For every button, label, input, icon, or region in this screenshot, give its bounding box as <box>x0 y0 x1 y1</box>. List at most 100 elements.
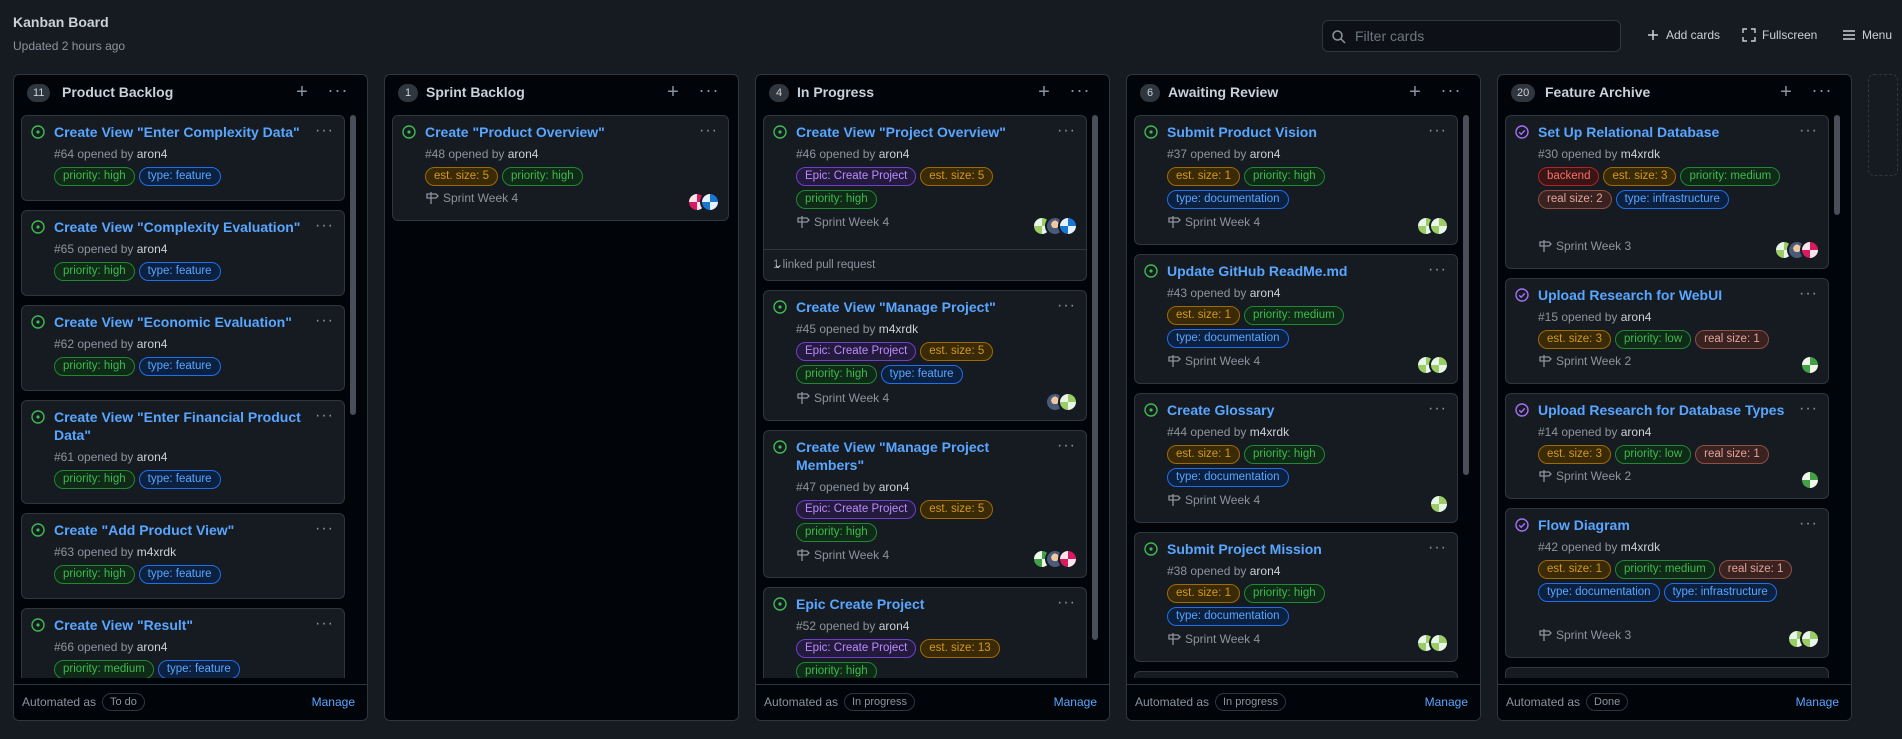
card-title[interactable]: Create "Add Product View" <box>54 521 304 539</box>
issue-card[interactable]: Set Up Relational Database ··· #30 opene… <box>1505 115 1829 269</box>
label-type[interactable]: type: documentation <box>1167 468 1289 487</box>
filter-cards-box[interactable] <box>1322 20 1621 52</box>
card-title[interactable]: Create View "Manage Project" <box>796 298 1046 316</box>
label-type[interactable]: type: feature <box>880 365 963 384</box>
card-milestone[interactable]: Sprint Week 3 <box>1538 239 1631 253</box>
card-menu-button[interactable]: ··· <box>315 520 334 538</box>
card-menu-button[interactable]: ··· <box>1799 400 1818 418</box>
avatar[interactable] <box>1800 355 1820 375</box>
label-type[interactable]: type: documentation <box>1167 190 1289 209</box>
label-real-size[interactable]: real size: 2 <box>1538 190 1612 209</box>
card-title[interactable]: Submit Project Mission <box>1167 540 1417 558</box>
card-menu-button[interactable]: ··· <box>315 217 334 235</box>
label-priority[interactable]: priority: high <box>1243 584 1325 603</box>
manage-automation-link[interactable]: Manage <box>1425 695 1468 709</box>
label-est-size[interactable]: est. size: 1 <box>1167 167 1240 186</box>
card-milestone[interactable]: Sprint Week 4 <box>796 391 889 405</box>
card-author-link[interactable]: m4xrdk <box>879 322 918 336</box>
issue-card[interactable]: Create View "Manage Project Members" ···… <box>763 430 1087 578</box>
card-title[interactable]: Create View "Result" <box>54 616 304 634</box>
card-title[interactable]: Create View "Enter Complexity Data" <box>54 123 304 141</box>
label-est-size[interactable]: est. size: 3 <box>1603 167 1677 186</box>
card-menu-button[interactable]: ··· <box>1799 122 1818 140</box>
label-est-size[interactable]: est. size: 1 <box>1167 584 1240 603</box>
label-priority[interactable]: priority: high <box>54 167 135 186</box>
issue-card[interactable]: Create "Product Overview" ··· #48 opened… <box>392 115 729 221</box>
label-priority[interactable]: priority: medium <box>1243 306 1344 325</box>
manage-automation-link[interactable]: Manage <box>1054 695 1097 709</box>
label-type[interactable]: type: documentation <box>1167 607 1289 626</box>
card-author-link[interactable]: aron4 <box>1621 425 1652 439</box>
card-menu-button[interactable]: ··· <box>1428 400 1447 418</box>
label-real-size[interactable]: real size: 1 <box>1718 560 1793 579</box>
card-menu-button[interactable]: ··· <box>315 615 334 633</box>
issue-card[interactable]: Update GitHub ReadMe.md ··· #43 opened b… <box>1134 254 1458 384</box>
card-title[interactable]: Submit Product Vision <box>1167 123 1417 141</box>
label-epic[interactable]: Epic: Create Project <box>796 639 917 658</box>
column-scrollbar[interactable] <box>1091 115 1099 678</box>
label-epic[interactable]: Epic: Create Project <box>796 342 917 361</box>
card-milestone[interactable]: Sprint Week 2 <box>1538 469 1631 483</box>
card-author-link[interactable]: aron4 <box>879 619 910 633</box>
add-card-button[interactable]: + <box>291 82 313 104</box>
chevron-down-icon[interactable]: ⌄ <box>773 257 1074 271</box>
card-title[interactable]: Create View "Enter Financial Product Dat… <box>54 408 304 444</box>
label-type[interactable]: type: feature <box>138 357 221 376</box>
card-menu-button[interactable]: ··· <box>1428 122 1447 140</box>
label-est-size[interactable]: est. size: 1 <box>1167 306 1240 325</box>
issue-card[interactable]: Upload Research for Database Types ··· #… <box>1505 393 1829 499</box>
avatar[interactable] <box>1058 216 1078 236</box>
label-est-size[interactable]: est. size: 13 <box>920 639 1000 658</box>
label-est-size[interactable]: est. size: 3 <box>1538 445 1611 464</box>
avatar[interactable] <box>1800 629 1820 649</box>
label-est-size[interactable]: est. size: 5 <box>425 167 498 186</box>
card-author-link[interactable]: aron4 <box>879 480 910 494</box>
card-milestone[interactable]: Sprint Week 4 <box>1167 493 1260 507</box>
label-type[interactable]: type: infrastructure <box>1663 583 1777 602</box>
card-title[interactable]: Create "Product Overview" <box>425 123 675 141</box>
label-type[interactable]: type: feature <box>157 660 240 678</box>
card-author-link[interactable]: aron4 <box>879 147 910 161</box>
label-type[interactable]: type: feature <box>138 262 221 281</box>
card-menu-button[interactable]: ··· <box>315 122 334 140</box>
avatar[interactable] <box>1800 470 1820 490</box>
card-title[interactable]: Create View "Project Overview" <box>796 123 1046 141</box>
card-title[interactable]: Create View "Complexity Evaluation" <box>54 218 304 236</box>
label-priority[interactable]: priority: high <box>796 365 877 384</box>
column-scrollbar[interactable] <box>1462 115 1470 678</box>
card-author-link[interactable]: m4xrdk <box>137 545 176 559</box>
avatar[interactable] <box>700 192 720 212</box>
label-priority[interactable]: priority: high <box>1243 445 1325 464</box>
label-priority[interactable]: priority: medium <box>1680 167 1781 186</box>
linked-pull-request-row[interactable]: 1 linked pull request ⌄ <box>764 249 1086 281</box>
issue-card[interactable]: Create View "Complexity Evaluation" ··· … <box>21 210 345 296</box>
label-priority[interactable]: priority: high <box>501 167 583 186</box>
avatar[interactable] <box>1429 494 1449 514</box>
card-milestone[interactable]: Sprint Week 4 <box>1167 215 1260 229</box>
column-menu-button[interactable]: ··· <box>1069 81 1091 104</box>
column-menu-button[interactable]: ··· <box>698 81 720 104</box>
card-author-link[interactable]: aron4 <box>1250 564 1281 578</box>
issue-card[interactable]: Create View "Enter Complexity Data" ··· … <box>21 115 345 201</box>
issue-card[interactable]: Flow Diagram ··· #42 opened by m4xrdk es… <box>1505 508 1829 658</box>
card-author-link[interactable]: aron4 <box>137 450 168 464</box>
card-author-link[interactable]: m4xrdk <box>1621 147 1660 161</box>
card-menu-button[interactable]: ··· <box>1799 285 1818 303</box>
label-type[interactable]: type: documentation <box>1167 329 1289 348</box>
label-backend[interactable]: backend <box>1538 167 1600 186</box>
issue-card[interactable]: Submit Product Vision ··· #37 opened by … <box>1134 115 1458 245</box>
column-menu-button[interactable]: ··· <box>1440 81 1462 104</box>
card-milestone[interactable]: Sprint Week 4 <box>796 215 889 229</box>
avatar[interactable] <box>1429 355 1449 375</box>
issue-card[interactable]: Create View "Economic Evaluation" ··· #6… <box>21 305 345 391</box>
card-menu-button[interactable]: ··· <box>1057 437 1076 455</box>
label-priority[interactable]: priority: high <box>54 262 135 281</box>
add-card-button[interactable]: + <box>1033 82 1055 104</box>
menu-button[interactable]: Menu <box>1842 25 1892 45</box>
label-priority[interactable]: priority: medium <box>54 660 154 678</box>
issue-card-partial[interactable] <box>1134 671 1458 678</box>
issue-card[interactable]: Create View "Enter Financial Product Dat… <box>21 400 345 504</box>
avatar[interactable] <box>1058 549 1078 569</box>
label-est-size[interactable]: est. size: 3 <box>1538 330 1611 349</box>
card-author-link[interactable]: aron4 <box>1250 286 1281 300</box>
